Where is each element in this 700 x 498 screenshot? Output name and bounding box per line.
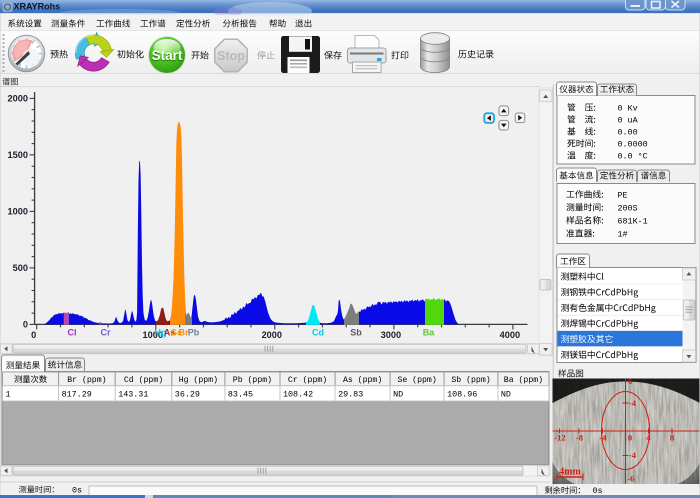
- svg-text:0.00: 0.00: [618, 128, 638, 138]
- svg-text:108.96: 108.96: [447, 390, 477, 400]
- svg-text:4mm: 4mm: [559, 467, 581, 478]
- svg-text:0s: 0s: [593, 486, 603, 496]
- svg-text:Ba: Ba: [423, 327, 435, 337]
- svg-text:ND: ND: [501, 390, 511, 400]
- svg-text:817.29: 817.29: [62, 390, 92, 400]
- svg-text:Cl: Cl: [68, 327, 77, 337]
- svg-text:-4: -4: [629, 398, 637, 408]
- svg-text:0.0000: 0.0000: [618, 140, 648, 150]
- svg-text:Se (ppm): Se (ppm): [397, 375, 436, 385]
- svg-text:-12: -12: [554, 433, 565, 443]
- svg-text:6: 6: [628, 376, 633, 386]
- svg-text:500: 500: [13, 263, 28, 273]
- svg-text:1500: 1500: [8, 150, 28, 160]
- svg-text:PE: PE: [618, 191, 628, 201]
- svg-text:0: 0: [23, 320, 28, 330]
- svg-text:Pb (ppm): Pb (ppm): [233, 375, 272, 385]
- svg-text:3000: 3000: [381, 330, 401, 340]
- svg-text:8: 8: [670, 433, 675, 443]
- svg-text:As (ppm): As (ppm): [343, 375, 382, 385]
- svg-text:143.31: 143.31: [118, 390, 148, 400]
- svg-text:Cr (ppm): Cr (ppm): [288, 375, 327, 385]
- svg-text:0: 0: [628, 433, 632, 443]
- svg-text:108.42: 108.42: [283, 390, 313, 400]
- svg-text:200S: 200S: [618, 204, 638, 214]
- svg-text:0 uA: 0 uA: [618, 116, 639, 126]
- svg-text:0 Kv: 0 Kv: [618, 104, 638, 114]
- svg-text:83.45: 83.45: [228, 390, 253, 400]
- svg-text:-6: -6: [627, 474, 635, 484]
- svg-text:1000: 1000: [8, 207, 28, 217]
- svg-text:-8: -8: [576, 433, 584, 443]
- svg-text:1: 1: [6, 390, 11, 400]
- svg-text:Br (ppm): Br (ppm): [67, 375, 106, 385]
- svg-text:0: 0: [31, 330, 36, 340]
- svg-text:2000: 2000: [8, 94, 28, 104]
- svg-text:Cr: Cr: [100, 327, 110, 337]
- svg-text:681K-1: 681K-1: [618, 217, 648, 227]
- svg-text:4000: 4000: [500, 330, 520, 340]
- svg-text:Pb: Pb: [188, 327, 200, 337]
- svg-text:Sb: Sb: [350, 327, 362, 337]
- svg-text:0s: 0s: [72, 486, 82, 496]
- svg-text:Hg (ppm): Hg (ppm): [179, 375, 218, 385]
- svg-text:Cd: Cd: [312, 327, 324, 337]
- svg-text:1#: 1#: [618, 230, 628, 240]
- svg-text:Stop: Stop: [217, 49, 245, 63]
- svg-text:4: 4: [646, 433, 651, 443]
- svg-text:2000: 2000: [262, 330, 282, 340]
- svg-text:-4: -4: [599, 433, 607, 443]
- svg-text:29.83: 29.83: [338, 390, 363, 400]
- svg-text:ND: ND: [393, 390, 403, 400]
- svg-text:Cd (ppm): Cd (ppm): [124, 375, 163, 385]
- svg-text:Ba (ppm): Ba (ppm): [504, 375, 543, 385]
- svg-text:Start: Start: [152, 48, 183, 63]
- svg-text:-4: -4: [629, 450, 637, 460]
- svg-text:36.29: 36.29: [175, 390, 200, 400]
- svg-text:0.0 °C: 0.0 °C: [618, 152, 648, 162]
- svg-text:Sb (ppm): Sb (ppm): [451, 375, 490, 385]
- svg-text:XRAYRohs: XRAYRohs: [14, 2, 61, 12]
